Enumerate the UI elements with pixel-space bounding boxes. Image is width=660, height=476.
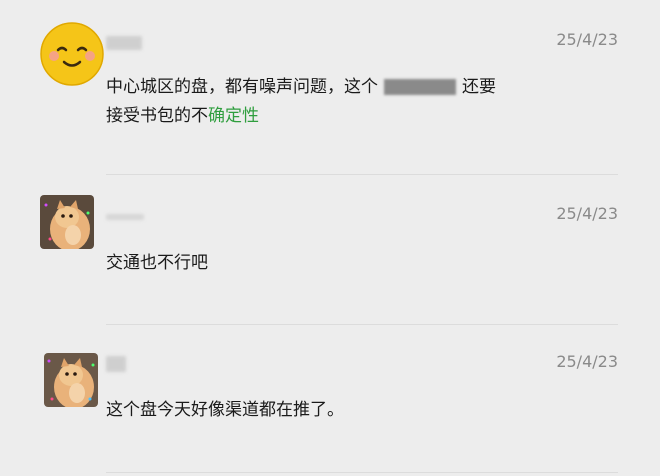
comment-1: 25/4/23 中心城区的盘，都有噪声问题，这个 还要 接受书包的不确定性	[0, 0, 660, 176]
divider	[106, 174, 618, 175]
comment-text-part: 还要	[462, 77, 496, 97]
cat-photo-avatar[interactable]	[44, 353, 98, 407]
cat-photo-avatar[interactable]	[40, 195, 94, 249]
username-redacted	[106, 36, 142, 50]
username-redacted	[106, 214, 144, 220]
comment-text-part: 中心城区的盘，都有噪声问题，这个	[106, 77, 378, 97]
comment-date: 25/4/23	[556, 204, 618, 223]
comment-text-part: 接受书包的不	[106, 106, 208, 126]
comment-text: 中心城区的盘，都有噪声问题，这个 还要 接受书包的不确定性	[106, 73, 496, 131]
highlighted-keyword[interactable]: 确定性	[208, 106, 259, 126]
redacted-block	[384, 79, 456, 95]
username-redacted	[106, 356, 126, 372]
comment-date: 25/4/23	[556, 30, 618, 49]
smiley-face-icon[interactable]	[40, 22, 104, 86]
comment-text: 交通也不行吧	[106, 253, 208, 273]
comment-text: 这个盘今天好像渠道都在推了。	[106, 400, 344, 420]
comment-date: 25/4/23	[556, 352, 618, 371]
divider	[106, 324, 618, 325]
divider	[106, 472, 618, 473]
